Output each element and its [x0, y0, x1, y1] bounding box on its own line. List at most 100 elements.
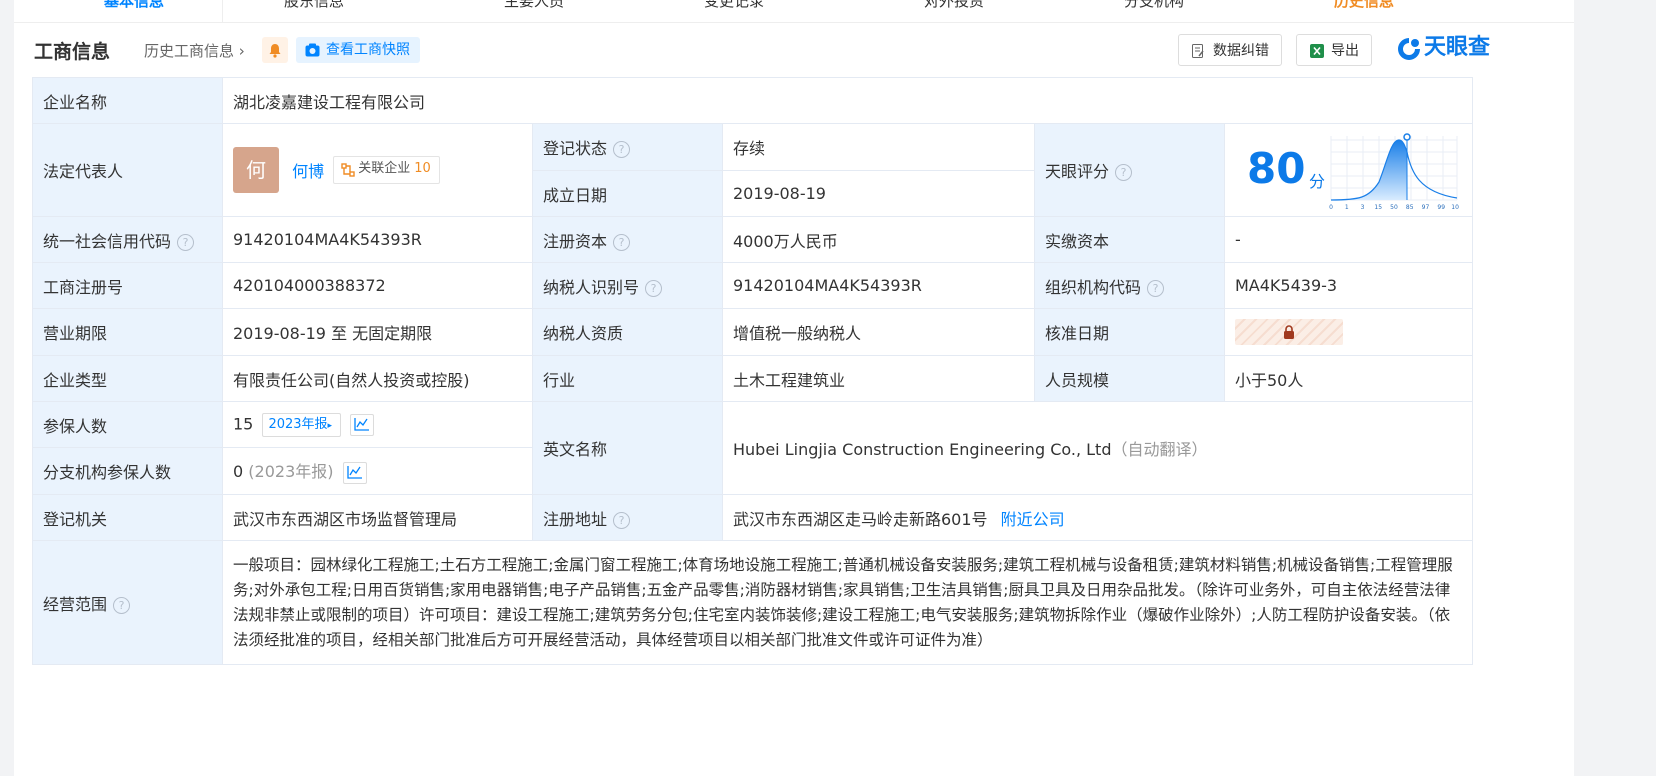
insured-cell: 15 2023年报▸ — [222, 401, 533, 448]
tianyan-score-cell[interactable]: 80 分 0 1 3 15 50 85 97 99 10 — [1223, 123, 1474, 217]
paid-capital-label: 实缴资本 — [1034, 216, 1225, 263]
reg-status-label-text: 登记状态 — [543, 139, 608, 158]
business-info-table: 企业名称 湖北凌嘉建设工程有限公司 法定代表人 何 何博 关联企业 10 登记状态… — [32, 77, 1474, 665]
related-companies-button[interactable]: 关联企业 10 — [333, 156, 440, 184]
tab-branches[interactable]: 分支机构 — [1124, 0, 1184, 16]
table-row: 企业类型 有限责任公司(自然人投资或控股) 行业 土木工程建筑业 人员规模 小于… — [32, 355, 1474, 402]
subscribe-bell-button[interactable] — [262, 37, 288, 63]
tianyan-score-label-text: 天眼评分 — [1045, 162, 1110, 181]
branch-trend-button[interactable] — [342, 461, 367, 484]
table-row: 统一社会信用代码? 91420104MA4K54393R 注册资本? 4000万… — [32, 216, 1474, 263]
paid-capital-value: - — [1223, 216, 1474, 263]
tab-personnel[interactable]: 主要人员 — [504, 0, 564, 16]
related-companies-count: 10 — [414, 161, 431, 176]
org-code-label-text: 组织机构代码 — [1045, 277, 1142, 297]
chart-tick-label: 97 — [1422, 204, 1430, 211]
auto-translate-note: （自动翻译） — [1111, 440, 1208, 459]
legal-rep-name-link[interactable]: 何博 — [292, 162, 324, 181]
score-distribution-chart: 0 1 3 15 50 85 97 99 100 — [1329, 133, 1459, 211]
nearby-companies-link[interactable]: 附近公司 — [1001, 510, 1065, 529]
business-scope-label: 经营范围? — [32, 540, 223, 665]
table-row: 登记机关 武汉市东西湖区市场监督管理局 注册地址? 武汉市东西湖区走马岭走新路6… — [32, 494, 1474, 541]
avatar[interactable]: 何 — [233, 147, 279, 193]
tab-investment[interactable]: 对外投资 — [924, 0, 984, 16]
english-name-cell: Hubei Lingjia Construction Engineering C… — [721, 401, 1474, 495]
help-icon[interactable]: ? — [645, 279, 663, 297]
snapshot-label: 查看工商快照 — [326, 42, 410, 58]
branch-insured-cell: 0 (2023年报) — [222, 447, 533, 495]
data-correction-button[interactable]: 数据纠错 — [1178, 34, 1282, 66]
chart-tick-label: 1 — [1345, 204, 1349, 211]
logo-icon — [1398, 38, 1420, 60]
company-name-label: 企业名称 — [32, 77, 223, 124]
tab-basic-info[interactable]: 基本信息 — [104, 0, 164, 16]
chart-tick-label: 50 — [1390, 204, 1398, 211]
insured-trend-button[interactable] — [350, 413, 375, 436]
industry-value: 土木工程建筑业 — [722, 355, 1035, 402]
business-term-value: 2019-08-19 至 无固定期限 — [222, 308, 533, 356]
chart-tick-label: 85 — [1406, 204, 1414, 211]
table-row: 企业名称 湖北凌嘉建设工程有限公司 — [32, 77, 1474, 124]
caret-right-icon: ▸ — [327, 420, 333, 431]
help-icon[interactable]: ? — [613, 141, 631, 158]
staff-size-label: 人员规模 — [1034, 355, 1225, 402]
tianyan-score-label: 天眼评分? — [1034, 123, 1225, 217]
help-icon[interactable]: ? — [1115, 164, 1133, 181]
score-unit: 分 — [1309, 172, 1326, 191]
tianyancha-logo: 天眼查 — [1396, 34, 1490, 64]
excel-icon — [1310, 44, 1324, 58]
reg-address-label: 注册地址? — [532, 494, 723, 541]
found-date-label: 成立日期 — [532, 170, 723, 217]
org-code-label: 组织机构代码? — [1034, 262, 1225, 309]
help-icon[interactable]: ? — [613, 511, 631, 529]
table-row: 参保人数 15 2023年报▸ 英文名称 Hubei Lingjia Const… — [32, 401, 1474, 495]
taxpayer-id-label-text: 纳税人识别号 — [543, 277, 640, 297]
annual-report-tag[interactable]: 2023年报▸ — [262, 412, 342, 437]
credit-code-value: 91420104MA4K54393R — [222, 216, 533, 263]
reg-authority-label: 登记机关 — [32, 494, 223, 541]
table-row: 法定代表人 何 何博 关联企业 10 登记状态? 存续 天眼评分? 80 分 0… — [32, 123, 1474, 217]
history-link[interactable]: 历史工商信息 › — [144, 40, 245, 61]
insured-label: 参保人数 — [32, 401, 223, 448]
help-icon[interactable]: ? — [113, 596, 131, 614]
staff-size-value: 小于50人 — [1223, 355, 1474, 402]
credit-code-label-text: 统一社会信用代码 — [43, 231, 172, 251]
tab-bar: 基本信息 股东信息 主要人员 变更记录 对外投资 分支机构 历史信息 — [14, 0, 1574, 23]
section-title: 工商信息 — [34, 41, 111, 63]
tab-divider — [222, 0, 223, 22]
taxpayer-qual-value: 增值税一般纳税人 — [722, 308, 1035, 356]
tab-changes[interactable]: 变更记录 — [704, 0, 764, 16]
help-icon[interactable]: ? — [613, 233, 631, 251]
company-type-value: 有限责任公司(自然人投资或控股) — [222, 355, 533, 402]
history-link-label: 历史工商信息 — [144, 42, 235, 60]
tab-shareholders[interactable]: 股东信息 — [284, 0, 344, 16]
business-scope-value: 一般项目：园林绿化工程施工;土石方工程施工;金属门窗工程施工;体育场地设施工程施… — [221, 540, 1474, 665]
export-button[interactable]: 导出 — [1296, 34, 1372, 66]
help-icon[interactable]: ? — [1147, 279, 1165, 297]
reg-capital-value: 4000万人民币 — [722, 216, 1035, 263]
reg-number-value: 420104000388372 — [222, 262, 533, 309]
reg-address-label-text: 注册地址 — [543, 509, 608, 529]
reg-address-cell: 武汉市东西湖区走马岭走新路601号 附近公司 — [721, 494, 1474, 541]
document-edit-icon — [1192, 44, 1204, 58]
locked-value[interactable] — [1235, 319, 1343, 345]
help-icon[interactable]: ? — [177, 233, 195, 251]
export-label: 导出 — [1331, 43, 1359, 59]
chart-ticks: 0 1 3 15 50 85 97 99 100 — [1329, 204, 1459, 211]
reg-number-label: 工商注册号 — [32, 262, 223, 309]
legal-rep-label: 法定代表人 — [32, 123, 223, 217]
trend-chart-icon — [346, 465, 362, 479]
snapshot-button[interactable]: 查看工商快照 — [296, 37, 420, 63]
trend-chart-icon — [354, 417, 370, 431]
legal-rep-cell: 何 何博 关联企业 10 — [222, 123, 533, 217]
reg-status-label: 登记状态? — [532, 123, 723, 171]
approve-date-cell — [1223, 308, 1474, 356]
insured-value: 15 — [233, 414, 254, 433]
camera-icon — [305, 43, 320, 57]
credit-code-label: 统一社会信用代码? — [32, 216, 223, 263]
branch-insured-label: 分支机构参保人数 — [32, 447, 223, 495]
taxpayer-qual-label: 纳税人资质 — [532, 308, 723, 356]
tab-history[interactable]: 历史信息 — [1334, 0, 1394, 16]
company-type-label: 企业类型 — [32, 355, 223, 402]
business-term-label: 营业期限 — [32, 308, 223, 356]
